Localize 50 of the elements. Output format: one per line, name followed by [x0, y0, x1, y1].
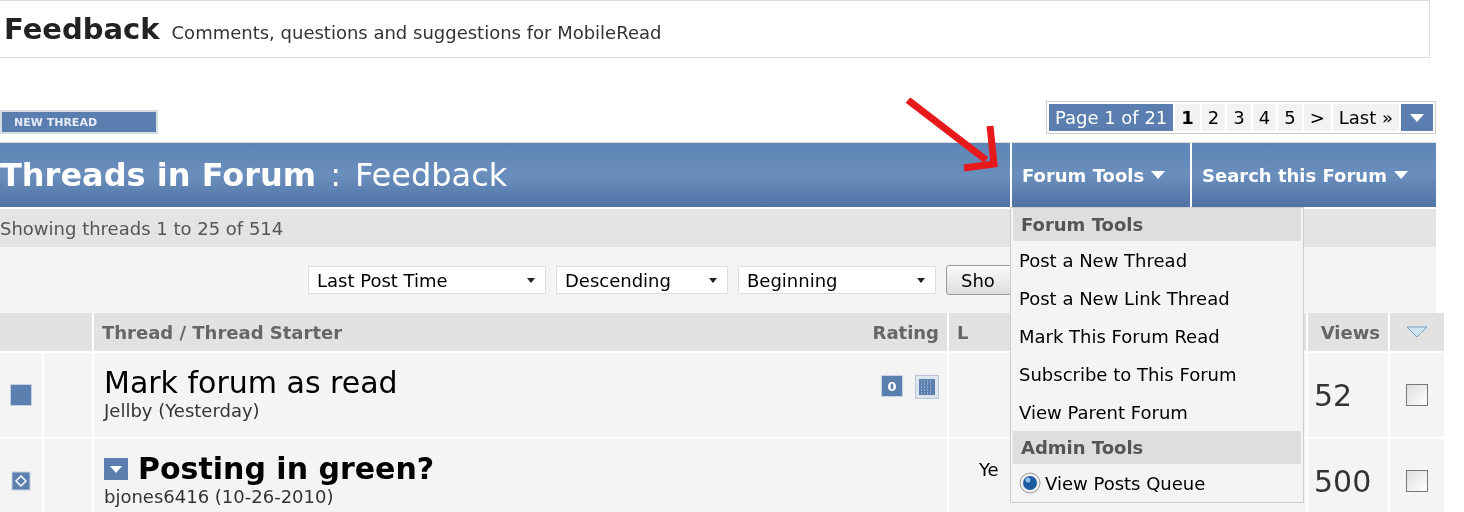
column-header[interactable]: L [957, 321, 969, 343]
forum-name: Feedback [354, 156, 508, 194]
page-link[interactable]: 5 [1278, 104, 1302, 131]
next-page-link[interactable]: > [1303, 104, 1331, 131]
caret-icon [917, 277, 925, 283]
status-icon [10, 384, 32, 406]
menu-item[interactable]: Mark This Forum Read [1011, 317, 1303, 355]
globe-icon [1019, 472, 1041, 494]
thread-starter: Jellby (Yesterday) [104, 400, 261, 421]
status-icon [11, 471, 31, 491]
caret-icon [1150, 170, 1167, 180]
section-separator: : [330, 156, 341, 194]
page-jump-button[interactable] [1401, 104, 1433, 131]
expand-icon[interactable] [104, 457, 128, 480]
view-count: 500 [1314, 463, 1372, 499]
column-header[interactable]: Rating [872, 321, 939, 343]
column-header[interactable]: Thread / Thread Starter [102, 321, 343, 343]
page-link[interactable]: 3 [1227, 104, 1251, 131]
menu-item[interactable]: View Posts Queue [1011, 464, 1303, 502]
caret-icon [1409, 112, 1425, 123]
sort-dropdown[interactable]: Descending [556, 266, 728, 294]
caret-icon [709, 277, 717, 283]
view-count: 52 [1314, 377, 1353, 413]
sort-dropdown[interactable]: Beginning [738, 266, 936, 294]
grid-icon [915, 375, 939, 399]
menu-section-header: Admin Tools [1013, 431, 1301, 464]
new-thread-button[interactable]: NEW THREAD [0, 110, 158, 134]
page-link[interactable]: 1 [1175, 104, 1200, 131]
thread-title[interactable]: Posting in green? [138, 451, 435, 486]
caret-icon [527, 277, 535, 283]
sort-dropdown[interactable]: Last Post Time [308, 266, 546, 294]
rating-badge: 0 [881, 375, 903, 397]
forum-description: Comments, questions and suggestions for MobileRead [171, 20, 662, 43]
thread-title[interactable]: Mark forum as read [104, 365, 398, 400]
page-link[interactable]: 2 [1201, 104, 1226, 131]
triangle-icon[interactable] [1406, 326, 1428, 338]
thread-starter: bjones6416 (10-26-2010) [104, 486, 335, 507]
thread-count: Showing threads 1 to 25 of 514 [0, 217, 284, 239]
menu-item[interactable]: View Parent Forum [1011, 393, 1303, 431]
menu-item[interactable]: Subscribe to This Forum [1011, 355, 1303, 393]
caret-icon [1392, 170, 1409, 180]
last-post-text: Ye [979, 459, 999, 480]
section-title: Threads in Forum [0, 156, 317, 194]
page-link[interactable]: 4 [1252, 104, 1277, 131]
menu-section-header: Forum Tools [1013, 208, 1301, 241]
page-label: Page 1 of 21 [1048, 104, 1174, 131]
thread-checkbox[interactable] [1406, 470, 1428, 492]
forum-title: Feedback [4, 12, 160, 46]
last-page-link[interactable]: Last » [1332, 104, 1399, 131]
thread-checkbox[interactable] [1406, 384, 1428, 406]
